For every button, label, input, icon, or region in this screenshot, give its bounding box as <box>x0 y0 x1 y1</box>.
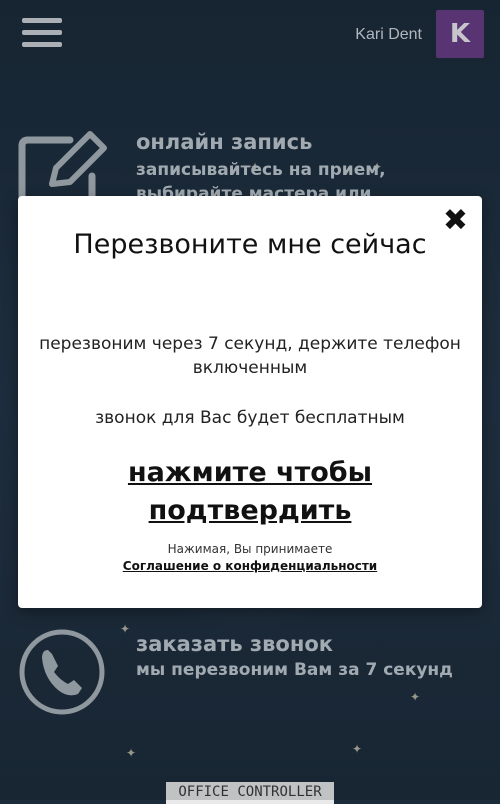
confirm-link[interactable]: нажмите чтобы подтвердить <box>38 454 462 530</box>
callback-modal: ✖ Перезвоните мне сейчас перезвоним чере… <box>18 196 482 608</box>
modal-title: Перезвоните мне сейчас <box>73 229 427 260</box>
privacy-policy-link[interactable]: Соглашение о конфиденциальности <box>38 559 462 573</box>
consent-note: Нажимая, Вы принимаете <box>167 542 333 556</box>
modal-text-callback: перезвоним через 7 секунд, держите телеф… <box>39 334 461 378</box>
modal-text-free: звонок для Вас будет бесплатным <box>95 408 405 428</box>
